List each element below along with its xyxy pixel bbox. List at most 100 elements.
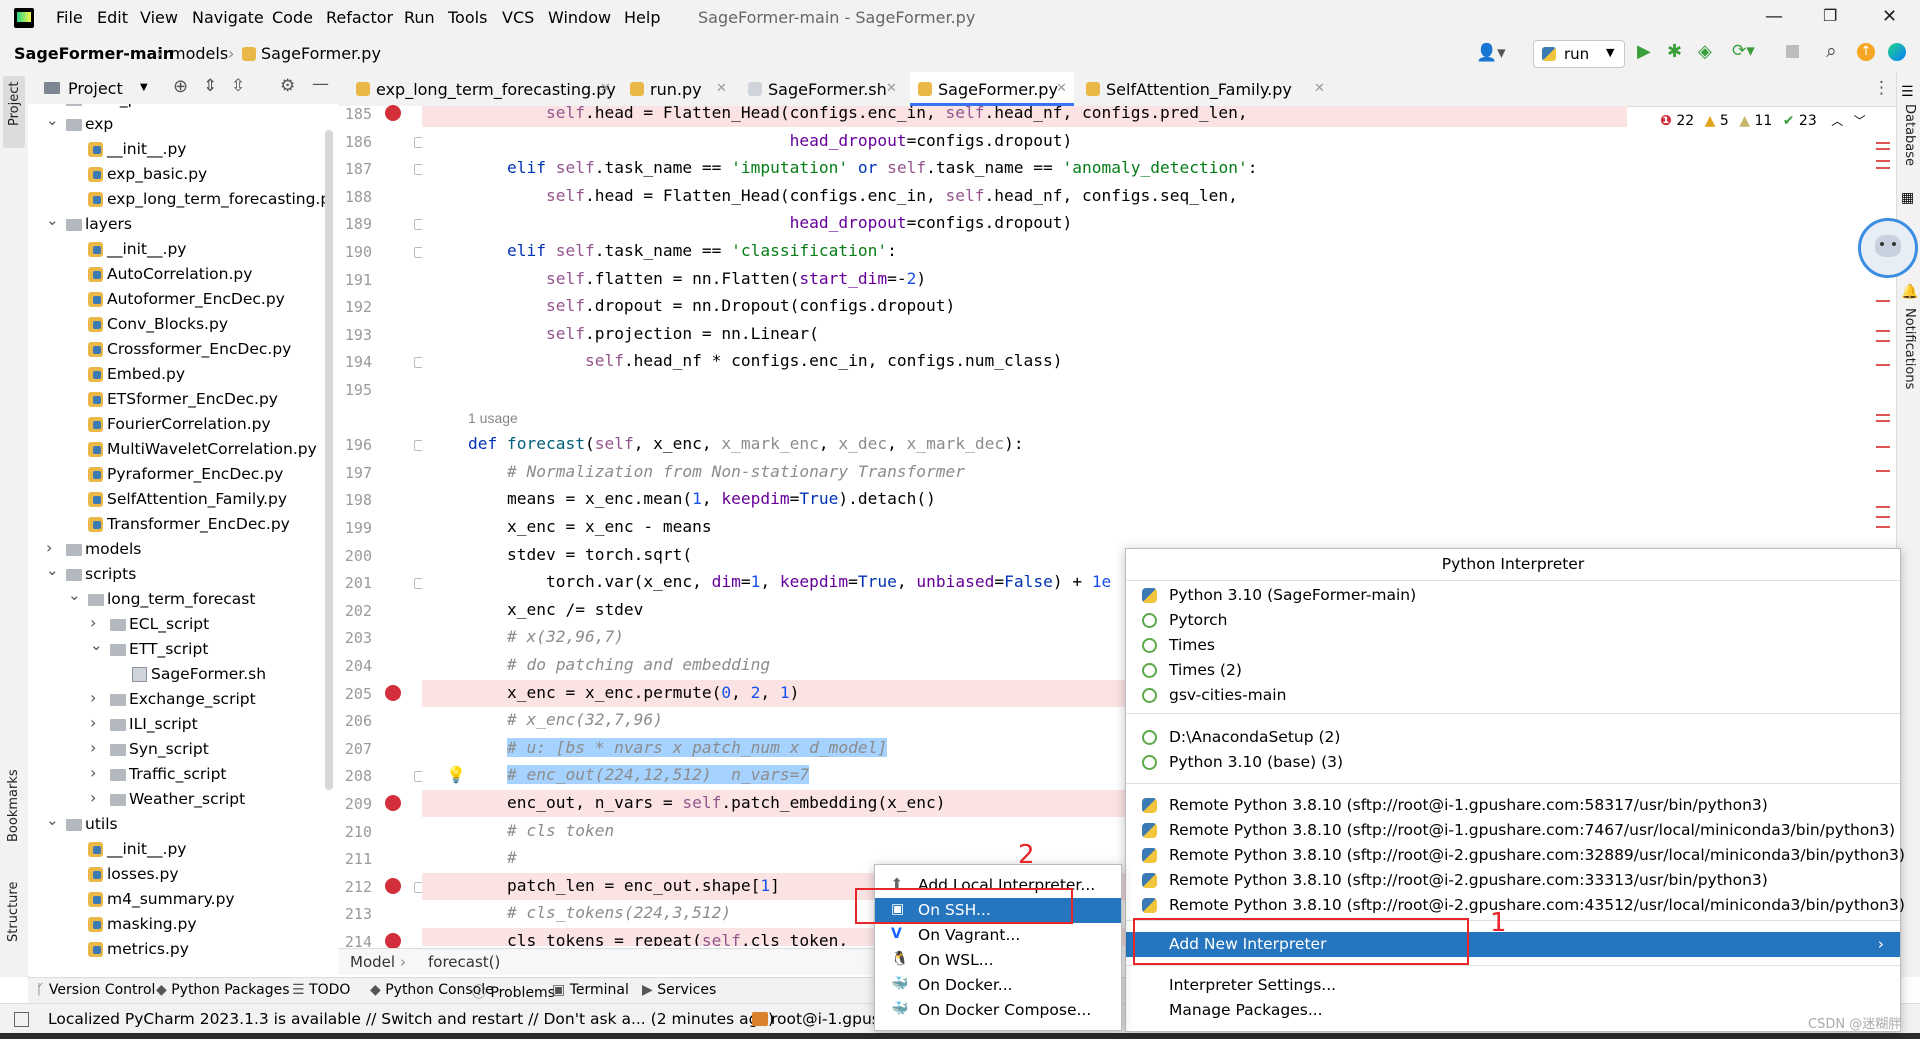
interpreter-item[interactable]: D:\AnacondaSetup (2) <box>1126 725 1900 750</box>
tool-window-problems[interactable]: ⓘ Problems <box>472 982 555 1002</box>
database-tool-label[interactable]: Database <box>1902 104 1917 166</box>
run-icon[interactable]: ▶ <box>1637 41 1651 62</box>
tab-exp-long-term-forecasting-py[interactable]: exp_long_term_forecasting.py ✕ <box>348 72 618 106</box>
chevron-right-icon[interactable]: › <box>90 788 102 807</box>
close-tab-icon[interactable]: ✕ <box>1056 81 1067 96</box>
menu-item-window[interactable]: Window <box>548 8 611 27</box>
menu-item-vcs[interactable]: VCS <box>502 8 534 27</box>
status-message[interactable]: Localized PyCharm 2023.1.3 is available … <box>48 1010 774 1028</box>
tree-item[interactable]: Embed.py <box>28 363 328 388</box>
run-config-select[interactable]: run ▼ <box>1533 40 1625 68</box>
tool-window-python-packages[interactable]: ◆ Python Packages <box>156 982 290 998</box>
breadcrumb-folder[interactable]: models <box>170 44 228 63</box>
tree-item[interactable]: ⌄ ETT_script <box>28 636 328 663</box>
code-line[interactable]: def forecast(self, x_enc, x_mark_enc, x_… <box>422 431 1627 458</box>
error-stripe-mark[interactable] <box>1876 364 1890 366</box>
tree-item[interactable]: SelfAttention_Family.py <box>28 488 328 513</box>
error-stripe-mark[interactable] <box>1876 167 1890 169</box>
submenu-item[interactable]: 🐳 On Docker... <box>875 973 1121 998</box>
menu-item-code[interactable]: Code <box>272 8 313 27</box>
tree-item[interactable]: ⌄ exp <box>28 111 328 138</box>
error-stripe-mark[interactable] <box>1876 446 1890 448</box>
collapse-all-icon[interactable]: ⇳ <box>231 76 245 96</box>
error-stripe-mark[interactable] <box>1876 142 1890 144</box>
tree-item[interactable]: › Weather_script <box>28 788 328 813</box>
interpreter-item[interactable]: Remote Python 3.8.10 (sftp://root@i-1.gp… <box>1126 793 1900 818</box>
tab-sageformer-sh[interactable]: SageFormer.sh ✕ <box>740 72 904 106</box>
interpreter-item[interactable]: Remote Python 3.8.10 (sftp://root@i-2.gp… <box>1126 843 1905 868</box>
chevron-down-icon[interactable]: ⌄ <box>46 111 59 129</box>
menu-item-refactor[interactable]: Refactor <box>326 8 393 27</box>
chevron-down-icon[interactable]: ⌄ <box>46 211 59 229</box>
bookmarks-tool-label[interactable]: Bookmarks <box>6 769 21 842</box>
code-line[interactable]: self.dropout = nn.Dropout(configs.dropou… <box>422 293 1627 320</box>
tab-selfattention-family-py[interactable]: SelfAttention_Family.py ✕ <box>1078 72 1332 106</box>
interpreter-item[interactable]: Times (2) <box>1126 658 1900 683</box>
tree-item[interactable]: AutoCorrelation.py <box>28 263 328 288</box>
maximize-icon[interactable]: ❐ <box>1823 6 1837 25</box>
tab-sageformer-py[interactable]: SageFormer.py ✕ <box>910 72 1074 106</box>
close-tab-icon[interactable]: ✕ <box>600 81 611 96</box>
breakpoint-icon[interactable] <box>385 105 401 121</box>
menu-item-edit[interactable]: Edit <box>97 8 128 27</box>
tree-item[interactable]: SageFormer.sh <box>28 663 328 688</box>
breakpoint-icon[interactable] <box>385 933 401 949</box>
tree-item[interactable]: Crossformer_EncDec.py <box>28 338 328 363</box>
code-line[interactable]: self.head = Flatten_Head(configs.enc_in,… <box>422 106 1627 127</box>
tree-item[interactable]: MultiWaveletCorrelation.py <box>28 438 328 463</box>
code-line[interactable]: x_enc = x_enc - means <box>422 514 1627 541</box>
chevron-down-icon[interactable]: ⌄ <box>90 636 103 654</box>
tree-item[interactable]: › models <box>28 538 328 563</box>
hide-icon[interactable]: — <box>312 74 329 94</box>
more-tabs-icon[interactable]: ⋮ <box>1873 78 1890 98</box>
error-stripe-mark[interactable] <box>1876 300 1890 302</box>
close-tab-icon[interactable]: ✕ <box>886 81 897 96</box>
coverage-icon[interactable]: ◈ <box>1698 41 1712 62</box>
tree-item[interactable]: __init__.py <box>28 838 328 863</box>
search-icon[interactable]: ⌕ <box>1826 40 1837 62</box>
code-line[interactable]: self.projection = nn.Linear( <box>422 321 1627 348</box>
menu-item-tools[interactable]: Tools <box>448 8 487 27</box>
close-tab-icon[interactable]: ✕ <box>716 81 727 96</box>
interpreter-item[interactable]: Remote Python 3.8.10 (sftp://root@i-1.gp… <box>1126 818 1900 843</box>
tool-window-todo[interactable]: ☰ TODO <box>292 982 350 998</box>
tree-item[interactable]: data_provider <box>28 104 328 113</box>
inspection-widget[interactable]: ❶ 22 ▲ 5 ▲ 11 ✔ 23 ︿ ﹀ <box>1660 112 1866 134</box>
error-stripe-mark[interactable] <box>1876 330 1890 332</box>
error-stripe-mark[interactable] <box>1876 148 1890 150</box>
chevron-right-icon[interactable]: › <box>90 713 102 732</box>
gear-icon[interactable]: ⚙ <box>280 76 295 96</box>
error-stripe-mark[interactable] <box>1876 340 1890 342</box>
usage-hint[interactable]: 1 usage <box>468 410 518 426</box>
interpreter-item[interactable]: Remote Python 3.8.10 (sftp://root@i-2.gp… <box>1126 868 1900 893</box>
submenu-item[interactable]: V On Vagrant... <box>875 923 1121 948</box>
interpreter-item[interactable]: Times <box>1126 633 1900 658</box>
profile-icon[interactable]: ⟳▾ <box>1732 41 1755 61</box>
code-line[interactable]: self.head_nf * configs.enc_in, configs.n… <box>422 348 1627 375</box>
tree-item[interactable]: __init__.py <box>28 138 328 163</box>
tool-window-version-control[interactable]: ᚴ Version Control <box>36 982 155 998</box>
tree-item[interactable]: ⌄ long_term_forecast <box>28 586 328 613</box>
interpreter-item[interactable]: Python 3.10 (base) (3) <box>1126 750 1900 775</box>
error-stripe-mark[interactable] <box>1876 470 1890 472</box>
error-stripe-mark[interactable] <box>1876 414 1890 416</box>
chevron-down-icon[interactable]: ⌄ <box>68 586 81 604</box>
tool-window-terminal[interactable]: ▣ Terminal <box>552 982 629 998</box>
update-icon[interactable]: ↑ <box>1857 43 1875 61</box>
tree-item[interactable]: ⌄ utils <box>28 811 328 838</box>
tree-item[interactable]: Autoformer_EncDec.py <box>28 288 328 313</box>
menu-item-navigate[interactable]: Navigate <box>192 8 264 27</box>
notifications-icon[interactable]: 🔔 <box>1901 284 1918 300</box>
code-line[interactable] <box>422 376 1627 403</box>
menu-item-view[interactable]: View <box>140 8 178 27</box>
tree-scrollbar[interactable] <box>325 130 333 790</box>
error-stripe-mark[interactable] <box>1876 160 1890 162</box>
tree-item[interactable]: ETSformer_EncDec.py <box>28 388 328 413</box>
tree-item[interactable]: › Syn_script <box>28 738 328 763</box>
manage-packages-item[interactable]: Manage Packages... <box>1126 998 1900 1023</box>
code-line[interactable]: # Normalization from Non-stationary Tran… <box>422 459 1627 486</box>
tree-item[interactable]: metrics.py <box>28 938 328 963</box>
code-line[interactable]: elif self.task_name == 'imputation' or s… <box>422 155 1627 182</box>
chevron-right-icon[interactable]: › <box>90 738 102 757</box>
code-line[interactable]: self.head = Flatten_Head(configs.enc_in,… <box>422 183 1627 210</box>
